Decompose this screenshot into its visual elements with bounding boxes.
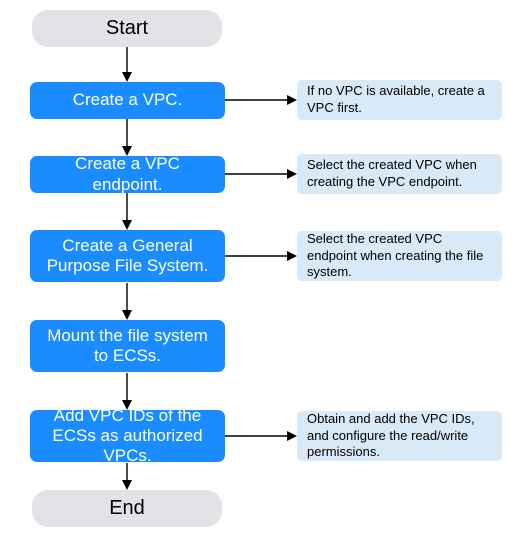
arrow-down-icon <box>122 119 132 156</box>
step-create-endpoint: Create a VPC endpoint. <box>30 156 225 193</box>
end-label: End <box>109 497 145 520</box>
end-node: End <box>32 490 222 527</box>
note-create-vpc: If no VPC is available, create a VPC fir… <box>297 80 502 120</box>
step-label: Add VPC IDs of the ECSs as authorized VP… <box>40 406 215 466</box>
step-label: Mount the file system to ECSs. <box>40 326 215 366</box>
arrow-down-icon <box>122 463 132 490</box>
arrow-right-icon <box>225 431 297 441</box>
arrow-down-icon <box>122 373 132 410</box>
note-text: Select the created VPC endpoint when cre… <box>307 231 492 281</box>
start-label: Start <box>106 17 148 40</box>
arrow-down-icon <box>122 283 132 320</box>
start-node: Start <box>32 10 222 47</box>
note-text: If no VPC is available, create a VPC fir… <box>307 83 492 116</box>
step-label: Create a VPC endpoint. <box>40 154 215 194</box>
arrow-right-icon <box>225 169 297 179</box>
note-text: Select the created VPC when creating the… <box>307 157 492 190</box>
step-label: Create a General Purpose File System. <box>40 236 215 276</box>
note-create-endpoint: Select the created VPC when creating the… <box>297 154 502 194</box>
arrow-down-icon <box>122 47 132 82</box>
step-add-vpc-ids: Add VPC IDs of the ECSs as authorized VP… <box>30 410 225 462</box>
note-create-fs: Select the created VPC endpoint when cre… <box>297 231 502 281</box>
note-text: Obtain and add the VPC IDs, and configur… <box>307 411 492 461</box>
arrow-right-icon <box>225 95 297 105</box>
note-add-vpc-ids: Obtain and add the VPC IDs, and configur… <box>297 411 502 461</box>
step-mount-fs: Mount the file system to ECSs. <box>30 320 225 372</box>
step-label: Create a VPC. <box>73 90 183 110</box>
step-create-vpc: Create a VPC. <box>30 82 225 119</box>
arrow-right-icon <box>225 251 297 261</box>
arrow-down-icon <box>122 193 132 230</box>
step-create-fs: Create a General Purpose File System. <box>30 230 225 282</box>
